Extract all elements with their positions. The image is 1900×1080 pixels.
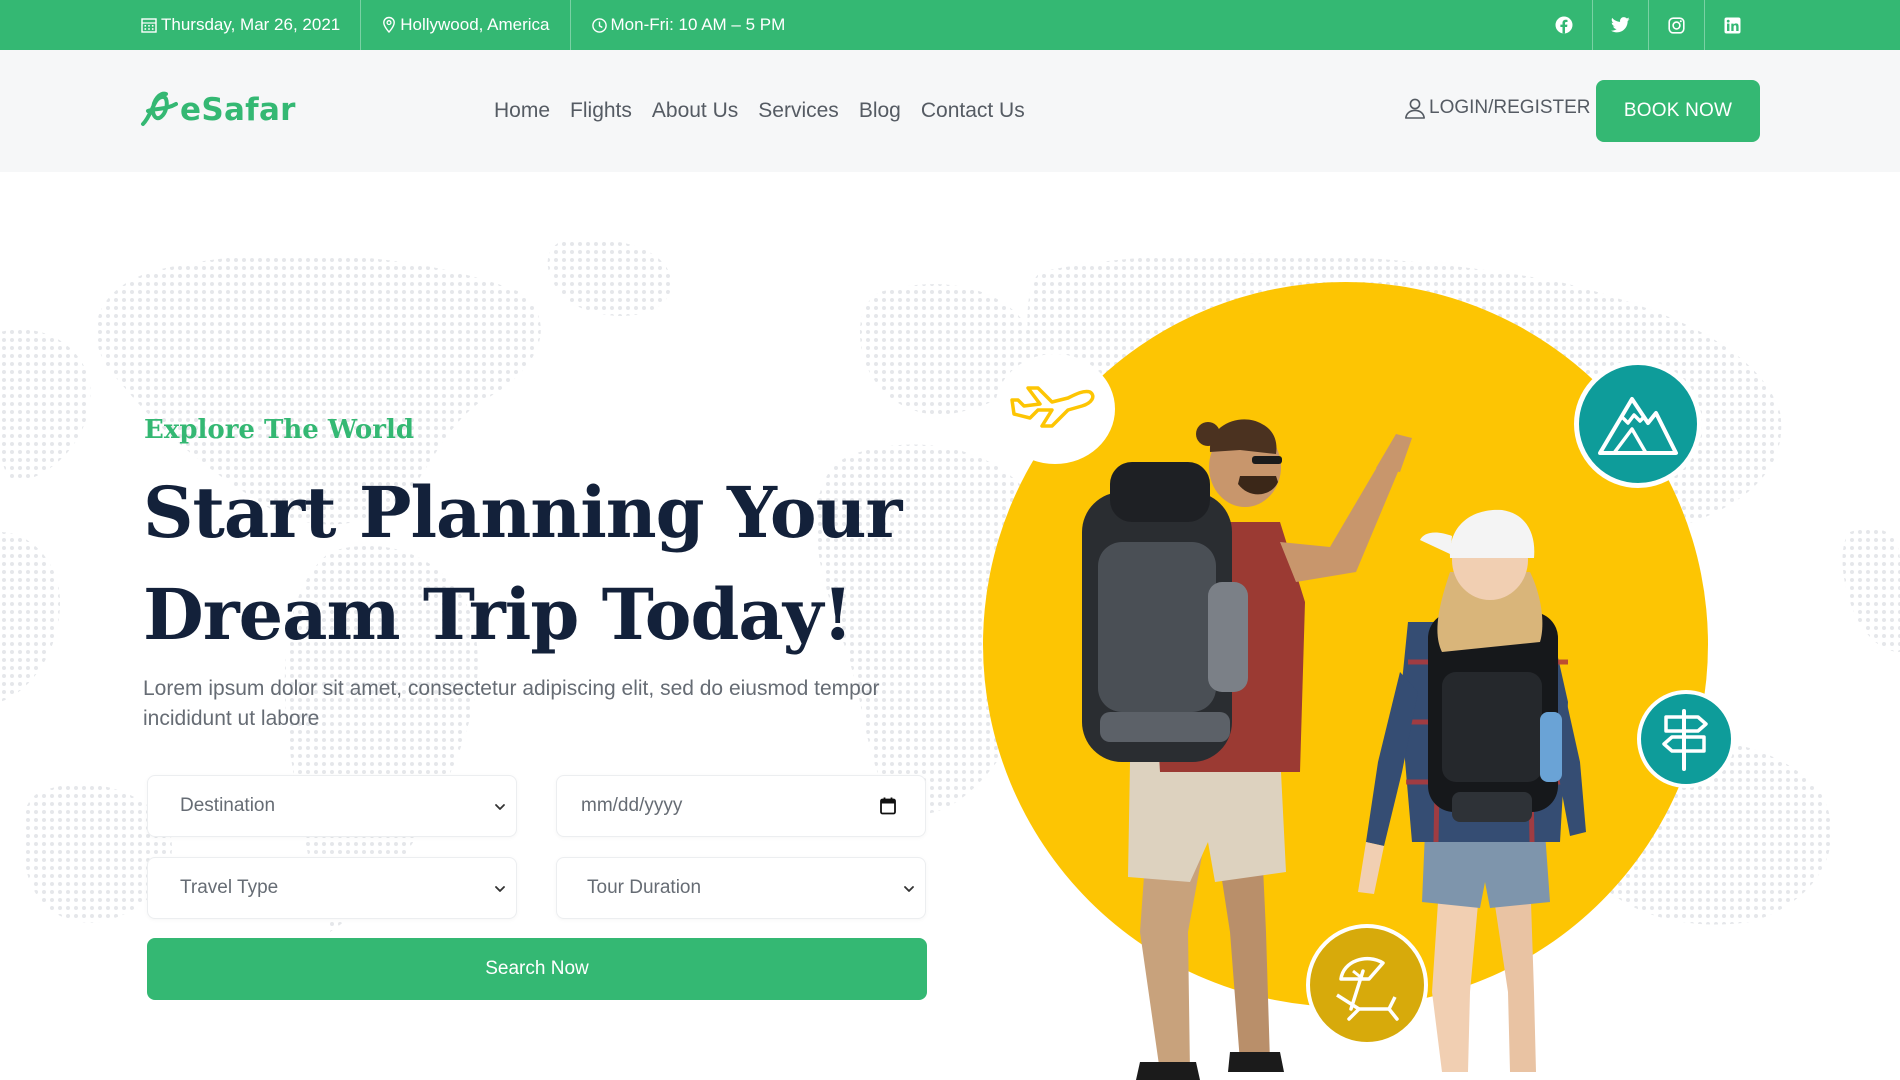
logo-text: eSafar xyxy=(180,92,296,128)
destination-select[interactable]: Destination xyxy=(147,775,517,837)
logo-mark-icon xyxy=(141,91,178,126)
search-now-button[interactable]: Search Now xyxy=(147,938,927,1000)
headline-line-1: Start Planning Your xyxy=(143,471,902,554)
chevron-down-icon xyxy=(495,804,505,810)
main-nav: Home Flights About Us Services Blog Cont… xyxy=(494,98,1045,124)
facebook-icon xyxy=(1555,16,1573,34)
hours-info: Mon-Fri: 10 AM – 5 PM xyxy=(591,0,806,50)
linkedin-icon xyxy=(1724,17,1741,33)
twitter-icon xyxy=(1611,17,1630,33)
date-placeholder: mm/dd/yyyy xyxy=(581,795,683,816)
beach-badge xyxy=(1306,924,1428,1046)
beach-umbrella-icon xyxy=(1336,957,1399,1021)
instagram-icon xyxy=(1668,16,1685,34)
location-info: Hollywood, America xyxy=(381,0,571,50)
book-now-button[interactable]: BOOK NOW xyxy=(1596,80,1760,142)
travel-type-select[interactable]: Travel Type xyxy=(147,857,517,919)
hero-headline: Start Planning Your Dream Trip Today! xyxy=(143,462,943,666)
login-label: LOGIN/REGISTER xyxy=(1429,97,1591,118)
nav-blog[interactable]: Blog xyxy=(859,98,901,124)
calendar-icon xyxy=(141,18,157,33)
top-info-bar: Thursday, Mar 26, 2021 Hollywood, Americ… xyxy=(0,0,1900,50)
user-icon xyxy=(1405,98,1425,119)
clock-icon xyxy=(591,17,607,33)
tour-duration-value: Tour Duration xyxy=(587,877,702,898)
hero-kicker: Explore The World xyxy=(144,415,415,445)
contact-info: Thursday, Mar 26, 2021 Hollywood, Americ… xyxy=(140,0,825,50)
hero-subtext: Lorem ipsum dolor sit amet, consectetur … xyxy=(143,677,880,730)
hours-text: Mon-Fri: 10 AM – 5 PM xyxy=(610,15,786,34)
hero-section: Explore The World Start Planning Your Dr… xyxy=(0,172,1900,1080)
social-links xyxy=(1536,0,1760,50)
nav-flights[interactable]: Flights xyxy=(570,98,632,124)
chevron-down-icon xyxy=(495,886,505,892)
mountain-icon xyxy=(1598,397,1678,455)
linkedin-link[interactable] xyxy=(1704,0,1760,50)
travel-type-value: Travel Type xyxy=(180,877,279,898)
signpost-icon xyxy=(1662,709,1708,771)
nav-services[interactable]: Services xyxy=(758,98,839,124)
tour-duration-select[interactable]: Tour Duration xyxy=(556,857,926,919)
nav-contact-us[interactable]: Contact Us xyxy=(921,98,1025,124)
headline-line-2: Dream Trip Today! xyxy=(143,573,853,656)
site-header: eSafar Home Flights About Us Services Bl… xyxy=(0,50,1900,172)
destination-value: Destination xyxy=(180,795,276,816)
map-pin-icon xyxy=(383,16,396,34)
date-text: Thursday, Mar 26, 2021 xyxy=(161,15,341,34)
login-register-link[interactable]: LOGIN/REGISTER xyxy=(1403,96,1591,120)
nav-home[interactable]: Home xyxy=(494,98,550,124)
instagram-link[interactable] xyxy=(1648,0,1704,50)
location-text: Hollywood, America xyxy=(400,15,550,34)
date-input[interactable]: mm/dd/yyyy xyxy=(556,775,926,837)
site-logo[interactable]: eSafar xyxy=(140,90,296,130)
facebook-link[interactable] xyxy=(1536,0,1592,50)
signpost-badge xyxy=(1637,690,1735,788)
mountain-badge xyxy=(1574,360,1702,488)
calendar-picker-icon[interactable] xyxy=(879,796,897,816)
date-info: Thursday, Mar 26, 2021 xyxy=(140,0,362,50)
chevron-down-icon xyxy=(904,886,914,892)
nav-about-us[interactable]: About Us xyxy=(652,98,738,124)
twitter-link[interactable] xyxy=(1592,0,1648,50)
